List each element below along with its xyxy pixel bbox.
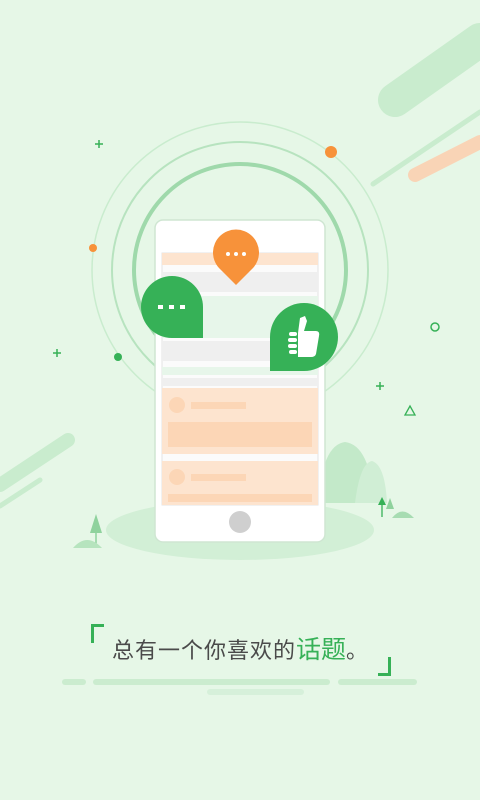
home-button-icon bbox=[229, 511, 251, 533]
caption-highlight: 话题 bbox=[295, 635, 346, 664]
decorative-bar bbox=[93, 679, 330, 685]
decorative-bar bbox=[207, 689, 304, 695]
caption: 总有一个你喜欢的话题。 bbox=[0, 630, 480, 666]
caption-suffix: 。 bbox=[346, 639, 369, 664]
thumbs-up-icon bbox=[270, 303, 338, 371]
chat-bubble-icon bbox=[141, 276, 203, 338]
decorative-bar bbox=[338, 679, 417, 685]
caption-prefix: 总有一个你喜欢的 bbox=[111, 639, 296, 664]
decorative-bar bbox=[62, 679, 86, 685]
close-bracket bbox=[378, 657, 391, 676]
